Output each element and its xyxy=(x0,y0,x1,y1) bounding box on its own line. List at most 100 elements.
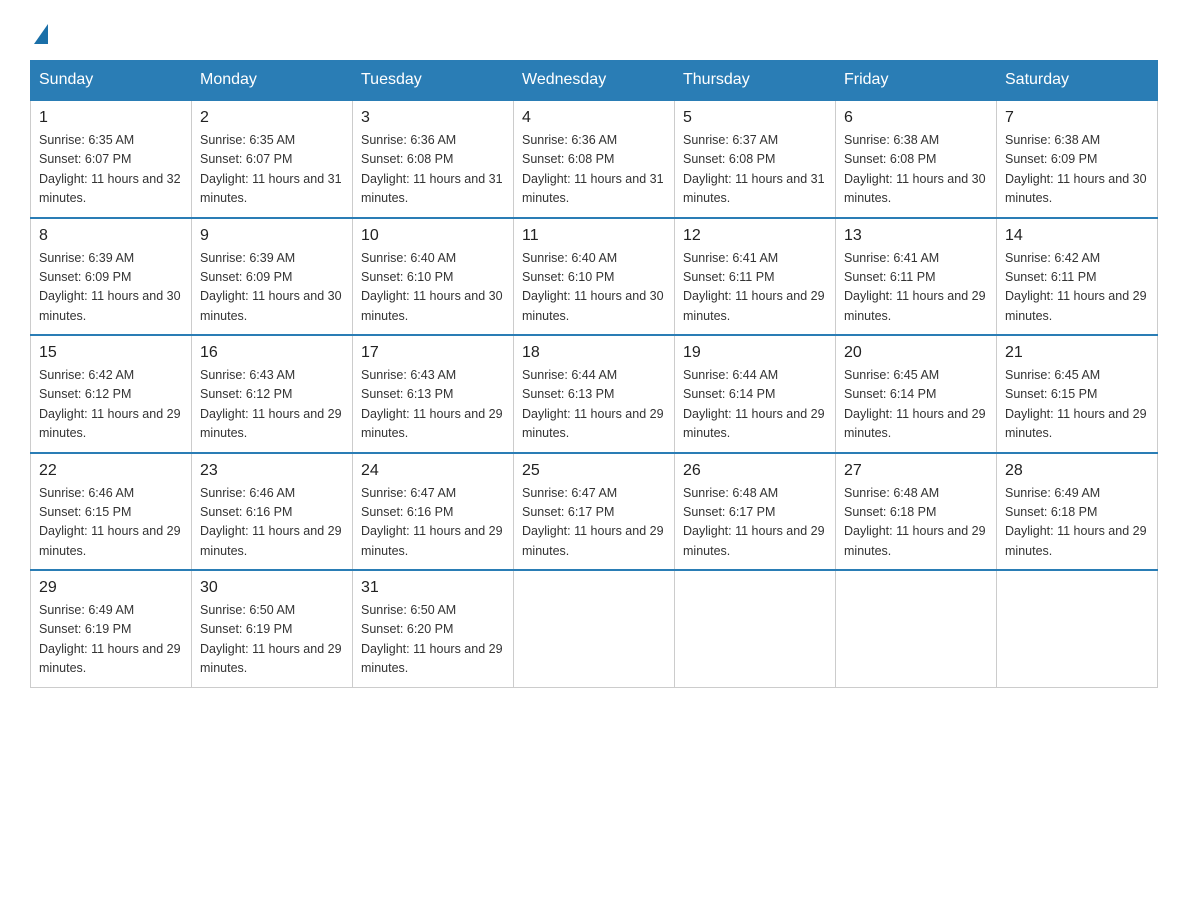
day-info: Sunrise: 6:50 AMSunset: 6:20 PMDaylight:… xyxy=(361,603,503,675)
day-number: 4 xyxy=(522,109,666,127)
weekday-header-sunday: Sunday xyxy=(31,61,192,101)
day-info: Sunrise: 6:45 AMSunset: 6:14 PMDaylight:… xyxy=(844,368,986,440)
calendar-cell: 30 Sunrise: 6:50 AMSunset: 6:19 PMDaylig… xyxy=(192,570,353,687)
calendar-cell: 11 Sunrise: 6:40 AMSunset: 6:10 PMDaylig… xyxy=(514,218,675,336)
day-info: Sunrise: 6:41 AMSunset: 6:11 PMDaylight:… xyxy=(844,251,986,323)
calendar-cell: 4 Sunrise: 6:36 AMSunset: 6:08 PMDayligh… xyxy=(514,100,675,218)
calendar-week-row: 15 Sunrise: 6:42 AMSunset: 6:12 PMDaylig… xyxy=(31,335,1158,453)
day-number: 30 xyxy=(200,579,344,597)
calendar-table: SundayMondayTuesdayWednesdayThursdayFrid… xyxy=(30,60,1158,688)
calendar-cell: 25 Sunrise: 6:47 AMSunset: 6:17 PMDaylig… xyxy=(514,453,675,571)
day-info: Sunrise: 6:38 AMSunset: 6:09 PMDaylight:… xyxy=(1005,133,1147,205)
day-number: 17 xyxy=(361,344,505,362)
calendar-cell: 22 Sunrise: 6:46 AMSunset: 6:15 PMDaylig… xyxy=(31,453,192,571)
day-info: Sunrise: 6:39 AMSunset: 6:09 PMDaylight:… xyxy=(200,251,342,323)
calendar-cell: 15 Sunrise: 6:42 AMSunset: 6:12 PMDaylig… xyxy=(31,335,192,453)
calendar-cell: 20 Sunrise: 6:45 AMSunset: 6:14 PMDaylig… xyxy=(836,335,997,453)
weekday-header-row: SundayMondayTuesdayWednesdayThursdayFrid… xyxy=(31,61,1158,101)
calendar-cell xyxy=(675,570,836,687)
day-number: 31 xyxy=(361,579,505,597)
day-number: 25 xyxy=(522,462,666,480)
day-number: 19 xyxy=(683,344,827,362)
day-info: Sunrise: 6:48 AMSunset: 6:17 PMDaylight:… xyxy=(683,486,825,558)
weekday-header-saturday: Saturday xyxy=(997,61,1158,101)
day-info: Sunrise: 6:42 AMSunset: 6:11 PMDaylight:… xyxy=(1005,251,1147,323)
day-info: Sunrise: 6:43 AMSunset: 6:12 PMDaylight:… xyxy=(200,368,342,440)
day-info: Sunrise: 6:46 AMSunset: 6:16 PMDaylight:… xyxy=(200,486,342,558)
day-info: Sunrise: 6:46 AMSunset: 6:15 PMDaylight:… xyxy=(39,486,181,558)
day-number: 10 xyxy=(361,227,505,245)
day-number: 6 xyxy=(844,109,988,127)
calendar-week-row: 29 Sunrise: 6:49 AMSunset: 6:19 PMDaylig… xyxy=(31,570,1158,687)
day-number: 5 xyxy=(683,109,827,127)
day-info: Sunrise: 6:50 AMSunset: 6:19 PMDaylight:… xyxy=(200,603,342,675)
day-info: Sunrise: 6:40 AMSunset: 6:10 PMDaylight:… xyxy=(522,251,664,323)
calendar-cell: 31 Sunrise: 6:50 AMSunset: 6:20 PMDaylig… xyxy=(353,570,514,687)
calendar-cell: 27 Sunrise: 6:48 AMSunset: 6:18 PMDaylig… xyxy=(836,453,997,571)
weekday-header-tuesday: Tuesday xyxy=(353,61,514,101)
day-number: 2 xyxy=(200,109,344,127)
calendar-cell: 16 Sunrise: 6:43 AMSunset: 6:12 PMDaylig… xyxy=(192,335,353,453)
day-info: Sunrise: 6:43 AMSunset: 6:13 PMDaylight:… xyxy=(361,368,503,440)
day-number: 12 xyxy=(683,227,827,245)
calendar-cell: 1 Sunrise: 6:35 AMSunset: 6:07 PMDayligh… xyxy=(31,100,192,218)
calendar-cell: 8 Sunrise: 6:39 AMSunset: 6:09 PMDayligh… xyxy=(31,218,192,336)
day-info: Sunrise: 6:35 AMSunset: 6:07 PMDaylight:… xyxy=(200,133,342,205)
calendar-cell: 2 Sunrise: 6:35 AMSunset: 6:07 PMDayligh… xyxy=(192,100,353,218)
calendar-cell: 7 Sunrise: 6:38 AMSunset: 6:09 PMDayligh… xyxy=(997,100,1158,218)
day-info: Sunrise: 6:38 AMSunset: 6:08 PMDaylight:… xyxy=(844,133,986,205)
day-info: Sunrise: 6:44 AMSunset: 6:13 PMDaylight:… xyxy=(522,368,664,440)
calendar-cell: 12 Sunrise: 6:41 AMSunset: 6:11 PMDaylig… xyxy=(675,218,836,336)
day-info: Sunrise: 6:47 AMSunset: 6:17 PMDaylight:… xyxy=(522,486,664,558)
day-info: Sunrise: 6:42 AMSunset: 6:12 PMDaylight:… xyxy=(39,368,181,440)
day-info: Sunrise: 6:44 AMSunset: 6:14 PMDaylight:… xyxy=(683,368,825,440)
calendar-cell: 9 Sunrise: 6:39 AMSunset: 6:09 PMDayligh… xyxy=(192,218,353,336)
day-info: Sunrise: 6:48 AMSunset: 6:18 PMDaylight:… xyxy=(844,486,986,558)
day-number: 28 xyxy=(1005,462,1149,480)
calendar-cell: 26 Sunrise: 6:48 AMSunset: 6:17 PMDaylig… xyxy=(675,453,836,571)
weekday-header-monday: Monday xyxy=(192,61,353,101)
day-number: 21 xyxy=(1005,344,1149,362)
day-info: Sunrise: 6:41 AMSunset: 6:11 PMDaylight:… xyxy=(683,251,825,323)
day-number: 3 xyxy=(361,109,505,127)
calendar-week-row: 1 Sunrise: 6:35 AMSunset: 6:07 PMDayligh… xyxy=(31,100,1158,218)
calendar-week-row: 22 Sunrise: 6:46 AMSunset: 6:15 PMDaylig… xyxy=(31,453,1158,571)
day-number: 27 xyxy=(844,462,988,480)
day-number: 23 xyxy=(200,462,344,480)
day-info: Sunrise: 6:49 AMSunset: 6:18 PMDaylight:… xyxy=(1005,486,1147,558)
weekday-header-thursday: Thursday xyxy=(675,61,836,101)
day-info: Sunrise: 6:35 AMSunset: 6:07 PMDaylight:… xyxy=(39,133,181,205)
day-info: Sunrise: 6:37 AMSunset: 6:08 PMDaylight:… xyxy=(683,133,825,205)
day-number: 16 xyxy=(200,344,344,362)
day-number: 29 xyxy=(39,579,183,597)
day-info: Sunrise: 6:40 AMSunset: 6:10 PMDaylight:… xyxy=(361,251,503,323)
calendar-cell: 5 Sunrise: 6:37 AMSunset: 6:08 PMDayligh… xyxy=(675,100,836,218)
weekday-header-friday: Friday xyxy=(836,61,997,101)
calendar-cell xyxy=(997,570,1158,687)
day-number: 26 xyxy=(683,462,827,480)
calendar-cell: 17 Sunrise: 6:43 AMSunset: 6:13 PMDaylig… xyxy=(353,335,514,453)
calendar-week-row: 8 Sunrise: 6:39 AMSunset: 6:09 PMDayligh… xyxy=(31,218,1158,336)
day-number: 15 xyxy=(39,344,183,362)
day-number: 7 xyxy=(1005,109,1149,127)
calendar-cell xyxy=(836,570,997,687)
day-info: Sunrise: 6:36 AMSunset: 6:08 PMDaylight:… xyxy=(522,133,664,205)
calendar-cell: 23 Sunrise: 6:46 AMSunset: 6:16 PMDaylig… xyxy=(192,453,353,571)
logo-triangle-icon xyxy=(34,24,48,44)
calendar-cell: 3 Sunrise: 6:36 AMSunset: 6:08 PMDayligh… xyxy=(353,100,514,218)
day-info: Sunrise: 6:49 AMSunset: 6:19 PMDaylight:… xyxy=(39,603,181,675)
weekday-header-wednesday: Wednesday xyxy=(514,61,675,101)
day-number: 13 xyxy=(844,227,988,245)
day-number: 18 xyxy=(522,344,666,362)
day-number: 24 xyxy=(361,462,505,480)
day-info: Sunrise: 6:47 AMSunset: 6:16 PMDaylight:… xyxy=(361,486,503,558)
day-number: 8 xyxy=(39,227,183,245)
calendar-cell: 18 Sunrise: 6:44 AMSunset: 6:13 PMDaylig… xyxy=(514,335,675,453)
calendar-cell: 10 Sunrise: 6:40 AMSunset: 6:10 PMDaylig… xyxy=(353,218,514,336)
day-info: Sunrise: 6:36 AMSunset: 6:08 PMDaylight:… xyxy=(361,133,503,205)
header xyxy=(30,20,1158,40)
calendar-cell: 6 Sunrise: 6:38 AMSunset: 6:08 PMDayligh… xyxy=(836,100,997,218)
logo xyxy=(30,20,48,40)
calendar-cell: 21 Sunrise: 6:45 AMSunset: 6:15 PMDaylig… xyxy=(997,335,1158,453)
calendar-cell xyxy=(514,570,675,687)
